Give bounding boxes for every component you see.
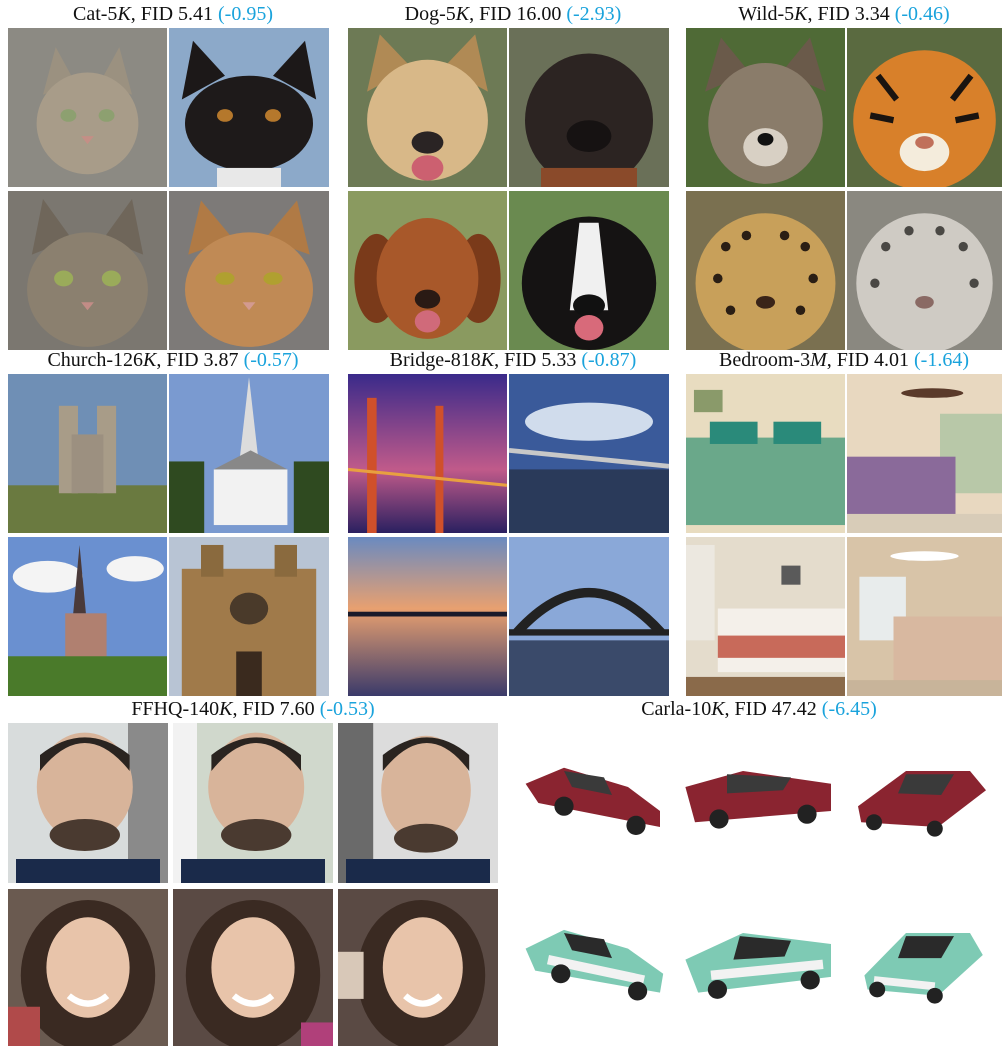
panel-delta: (-0.57) xyxy=(243,349,299,371)
wild-image-3 xyxy=(686,191,845,350)
panel-scale: K xyxy=(219,698,233,720)
panel-metric: FID 4.01 xyxy=(836,349,909,371)
church-image-4 xyxy=(169,537,329,696)
bridge-image-2 xyxy=(509,374,669,533)
panel-metric: FID 5.33 xyxy=(504,349,577,371)
wild-image-1 xyxy=(686,28,845,187)
cat-image-3 xyxy=(8,191,167,350)
panel-metric: FID 3.34 xyxy=(817,3,890,25)
carla-image-6 xyxy=(842,889,1002,1046)
carla-image-3 xyxy=(842,723,1002,883)
panel-delta: (-0.53) xyxy=(319,698,375,720)
panel-scale: K xyxy=(117,3,131,25)
panel-title-bridge: Bridge-818K, FID 5.33 (-0.87) xyxy=(389,349,637,371)
panel-scale: K xyxy=(480,349,495,371)
panel-metric: FID 3.87 xyxy=(166,349,239,371)
panel-metric: FID 47.42 xyxy=(734,698,817,720)
panel-delta: (-0.46) xyxy=(894,3,950,25)
panel-scale: K xyxy=(142,349,157,371)
panel-metric: FID 16.00 xyxy=(479,3,562,25)
carla-image-2 xyxy=(679,723,839,883)
panel-title-carla: Carla-10K, FID 47.42 (-6.45) xyxy=(641,698,877,720)
panel-delta: (-1.64) xyxy=(914,349,969,371)
bridge-image-3 xyxy=(348,537,507,696)
panel-scale: K xyxy=(455,3,470,25)
church-image-3 xyxy=(8,537,167,696)
panel-title-bedroom: Bedroom-3M, FID 4.01 (-1.64) xyxy=(719,349,969,371)
cat-image-1 xyxy=(8,28,167,187)
bridge-image-1 xyxy=(348,374,507,533)
panel-name: Wild-5 xyxy=(738,3,795,25)
panel-delta: (-6.45) xyxy=(821,698,877,720)
ffhq-image-5 xyxy=(173,889,333,1046)
panel-name: Bridge-818 xyxy=(389,349,481,371)
church-image-1 xyxy=(8,374,167,533)
panel-scale: M xyxy=(810,349,827,371)
panel-name: Church-126 xyxy=(47,349,143,371)
ffhq-image-1 xyxy=(8,723,168,883)
ffhq-image-6 xyxy=(338,889,498,1046)
panel-title-church: Church-126K, FID 3.87 (-0.57) xyxy=(47,349,299,371)
wild-image-4 xyxy=(847,191,1002,350)
panel-name: FFHQ-140 xyxy=(131,698,220,720)
dog-image-3 xyxy=(348,191,507,350)
panel-delta: (-0.87) xyxy=(581,349,637,371)
ffhq-image-4 xyxy=(8,889,168,1046)
panel-name: Bedroom-3 xyxy=(719,349,811,371)
panel-delta: (-2.93) xyxy=(566,3,622,25)
carla-image-4 xyxy=(516,889,676,1046)
wild-image-2 xyxy=(847,28,1002,187)
panel-title-cat: Cat-5K, FID 5.41 (-0.95) xyxy=(73,3,273,25)
dog-image-4 xyxy=(509,191,669,350)
panel-delta: (-0.95) xyxy=(218,3,273,25)
panel-name: Carla-10 xyxy=(641,698,712,720)
panel-title-ffhq: FFHQ-140K, FID 7.60 (-0.53) xyxy=(131,698,375,720)
bridge-image-4 xyxy=(509,537,669,696)
panel-scale: K xyxy=(794,3,808,25)
bedroom-image-4 xyxy=(847,537,1002,696)
bedroom-image-1 xyxy=(686,374,845,533)
panel-metric: FID 7.60 xyxy=(242,698,315,720)
bedroom-image-3 xyxy=(686,537,845,696)
dog-image-1 xyxy=(348,28,507,187)
cat-image-2 xyxy=(169,28,329,187)
ffhq-image-3 xyxy=(338,723,498,883)
church-image-2 xyxy=(169,374,329,533)
panel-name: Cat-5 xyxy=(73,3,118,25)
panel-name: Dog-5 xyxy=(404,3,456,25)
carla-image-1 xyxy=(516,723,676,883)
dog-image-2 xyxy=(509,28,669,187)
cat-image-4 xyxy=(169,191,329,350)
carla-image-5 xyxy=(679,889,839,1046)
panel-title-wild: Wild-5K, FID 3.34 (-0.46) xyxy=(738,3,950,25)
bedroom-image-2 xyxy=(847,374,1002,533)
panel-metric: FID 5.41 xyxy=(140,3,214,25)
ffhq-image-2 xyxy=(173,723,333,883)
panel-title-dog: Dog-5K, FID 16.00 (-2.93) xyxy=(404,3,622,25)
panel-scale: K xyxy=(711,698,725,720)
